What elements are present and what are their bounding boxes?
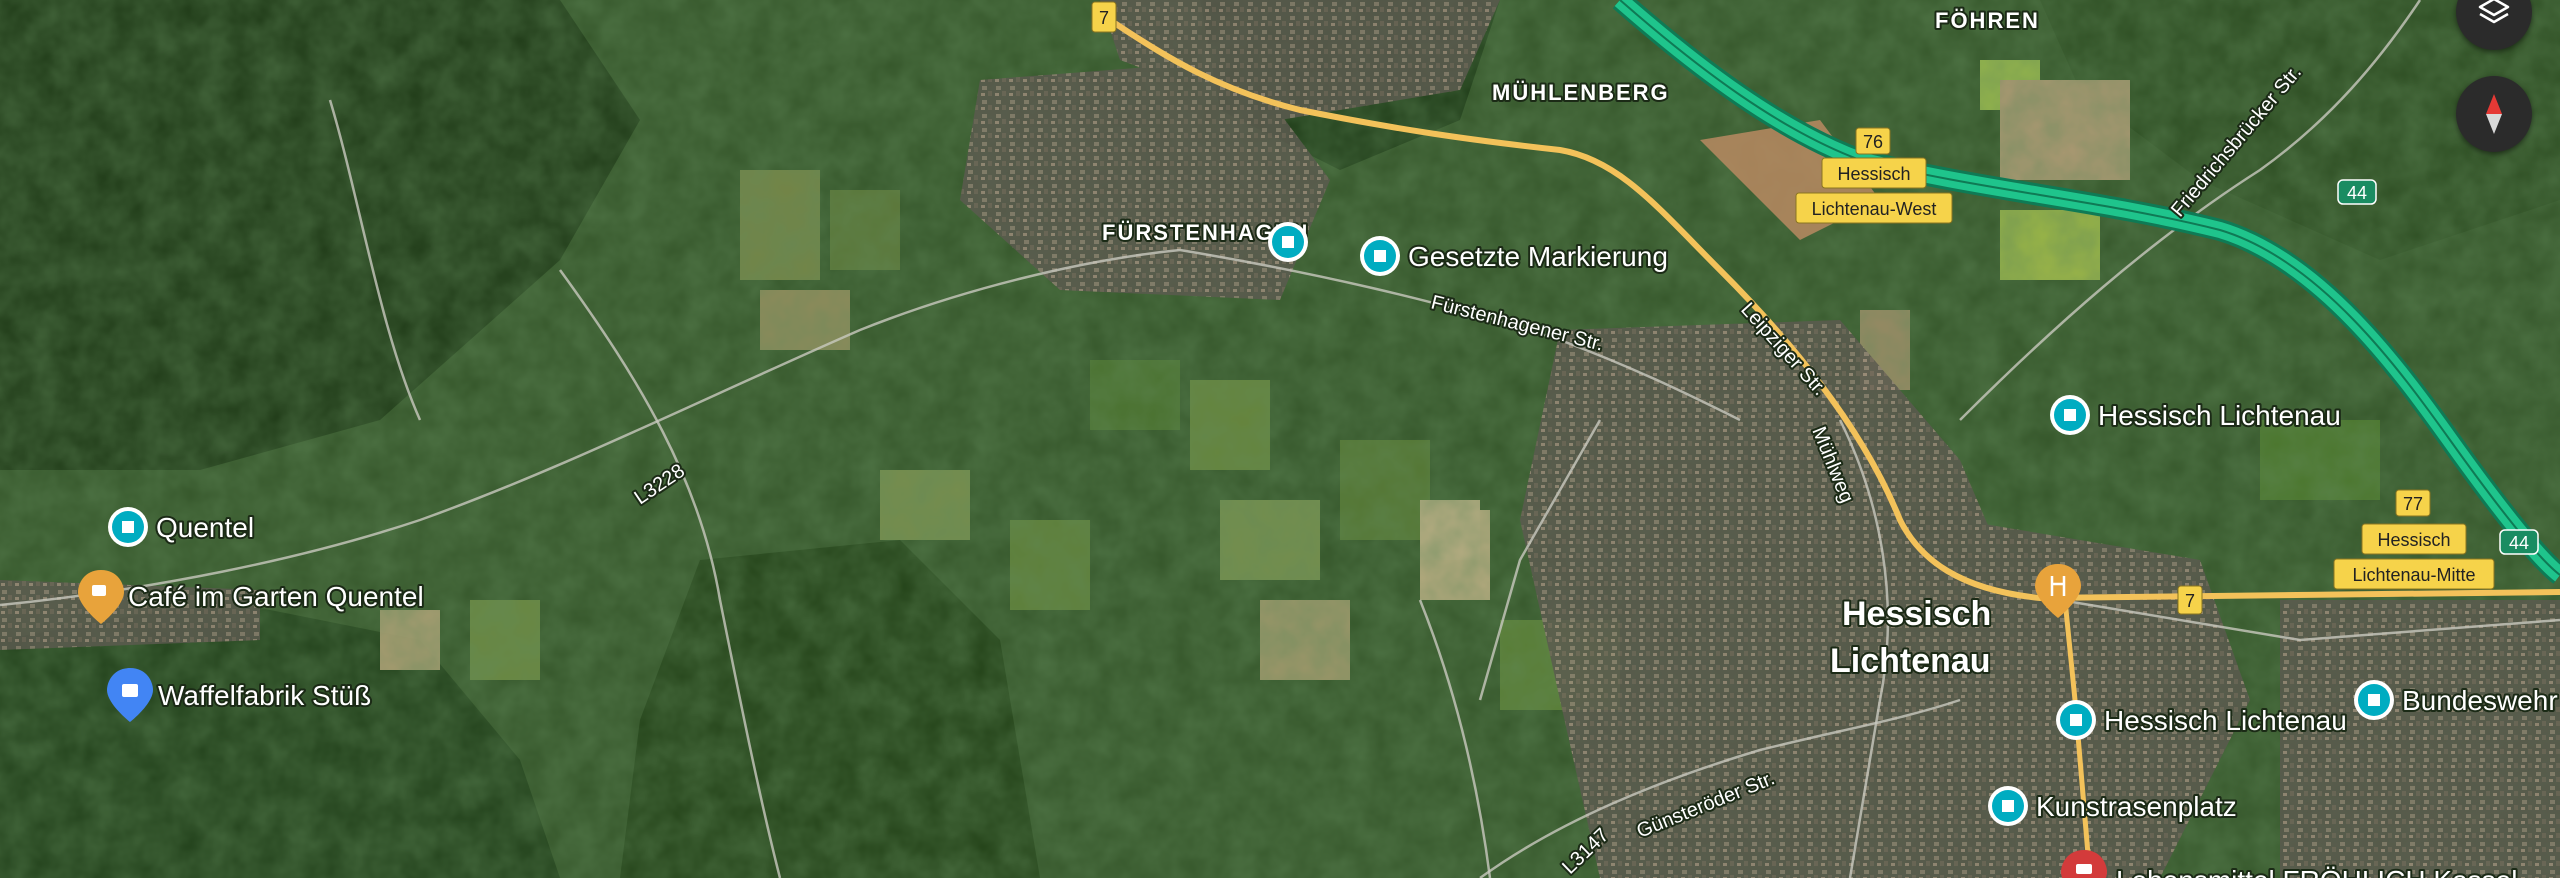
poi-label: Hessisch Lichtenau [2104,705,2347,736]
svg-text:44: 44 [2347,183,2367,203]
poi-label: Kunstrasenplatz [2036,791,2237,822]
bookmark-icon [2070,714,2082,726]
poi-label: Hessisch Lichtenau [2098,400,2341,431]
area-label-muehlenberg: MÜHLENBERG [1492,80,1670,105]
route-shield-b7-top: 7 [1091,1,1117,33]
city-label-line1: Hessisch [1842,595,1991,633]
svg-text:76: 76 [1863,132,1883,152]
bookmark-icon [2368,694,2380,706]
cafe-icon [92,585,106,596]
svg-text:7: 7 [1099,8,1109,28]
bookmark-icon [1282,236,1294,248]
route-shield-a44-a: 44 [2337,179,2377,205]
poi-label: Gesetzte Markierung [1408,241,1668,272]
exit-77-line2: Lichtenau-Mitte [2352,565,2475,585]
bookmark-icon [122,521,134,533]
exit-76-line2: Lichtenau-West [1812,199,1937,219]
shopping-bag-icon [122,684,138,697]
layers-icon [2478,0,2510,24]
satellite-map[interactable]: FÖHREN MÜHLENBERG FÜRSTENHAGEN Hessisch … [0,0,2560,878]
exit-76-line1: Hessisch [1837,164,1910,184]
poi-label: Lebensmittel FRÖHLICH Kassel [2116,865,2517,878]
bookmark-icon [2002,800,2014,812]
svg-text:7: 7 [2185,591,2195,611]
bookmark-icon [2064,409,2076,421]
poi-label: Bundeswehr [2402,685,2558,716]
bookmark-icon [1374,250,1386,262]
svg-text:77: 77 [2403,494,2423,514]
compass-button[interactable] [2456,76,2532,152]
poi-label: Quentel [156,512,254,543]
route-shield-a44-b: 44 [2499,529,2539,555]
compass-icon [2486,94,2502,134]
poi-label: Café im Garten Quentel [128,581,424,612]
shop-icon [2076,864,2092,874]
poi-label: Waffelfabrik Stüß [158,680,371,711]
area-label-foehren: FÖHREN [1935,8,2040,33]
exit-77-line1: Hessisch [2377,530,2450,550]
poi-quentel[interactable]: Quentel [108,507,256,547]
city-label-line2: Lichtenau [1830,642,1991,680]
poi-fuerstenhagen-marker[interactable] [1268,222,1308,262]
poi-bundeswehr[interactable]: Bundeswehr [2354,680,2560,720]
svg-text:44: 44 [2509,533,2529,553]
route-shield-b7-right: 7 [2177,585,2203,615]
